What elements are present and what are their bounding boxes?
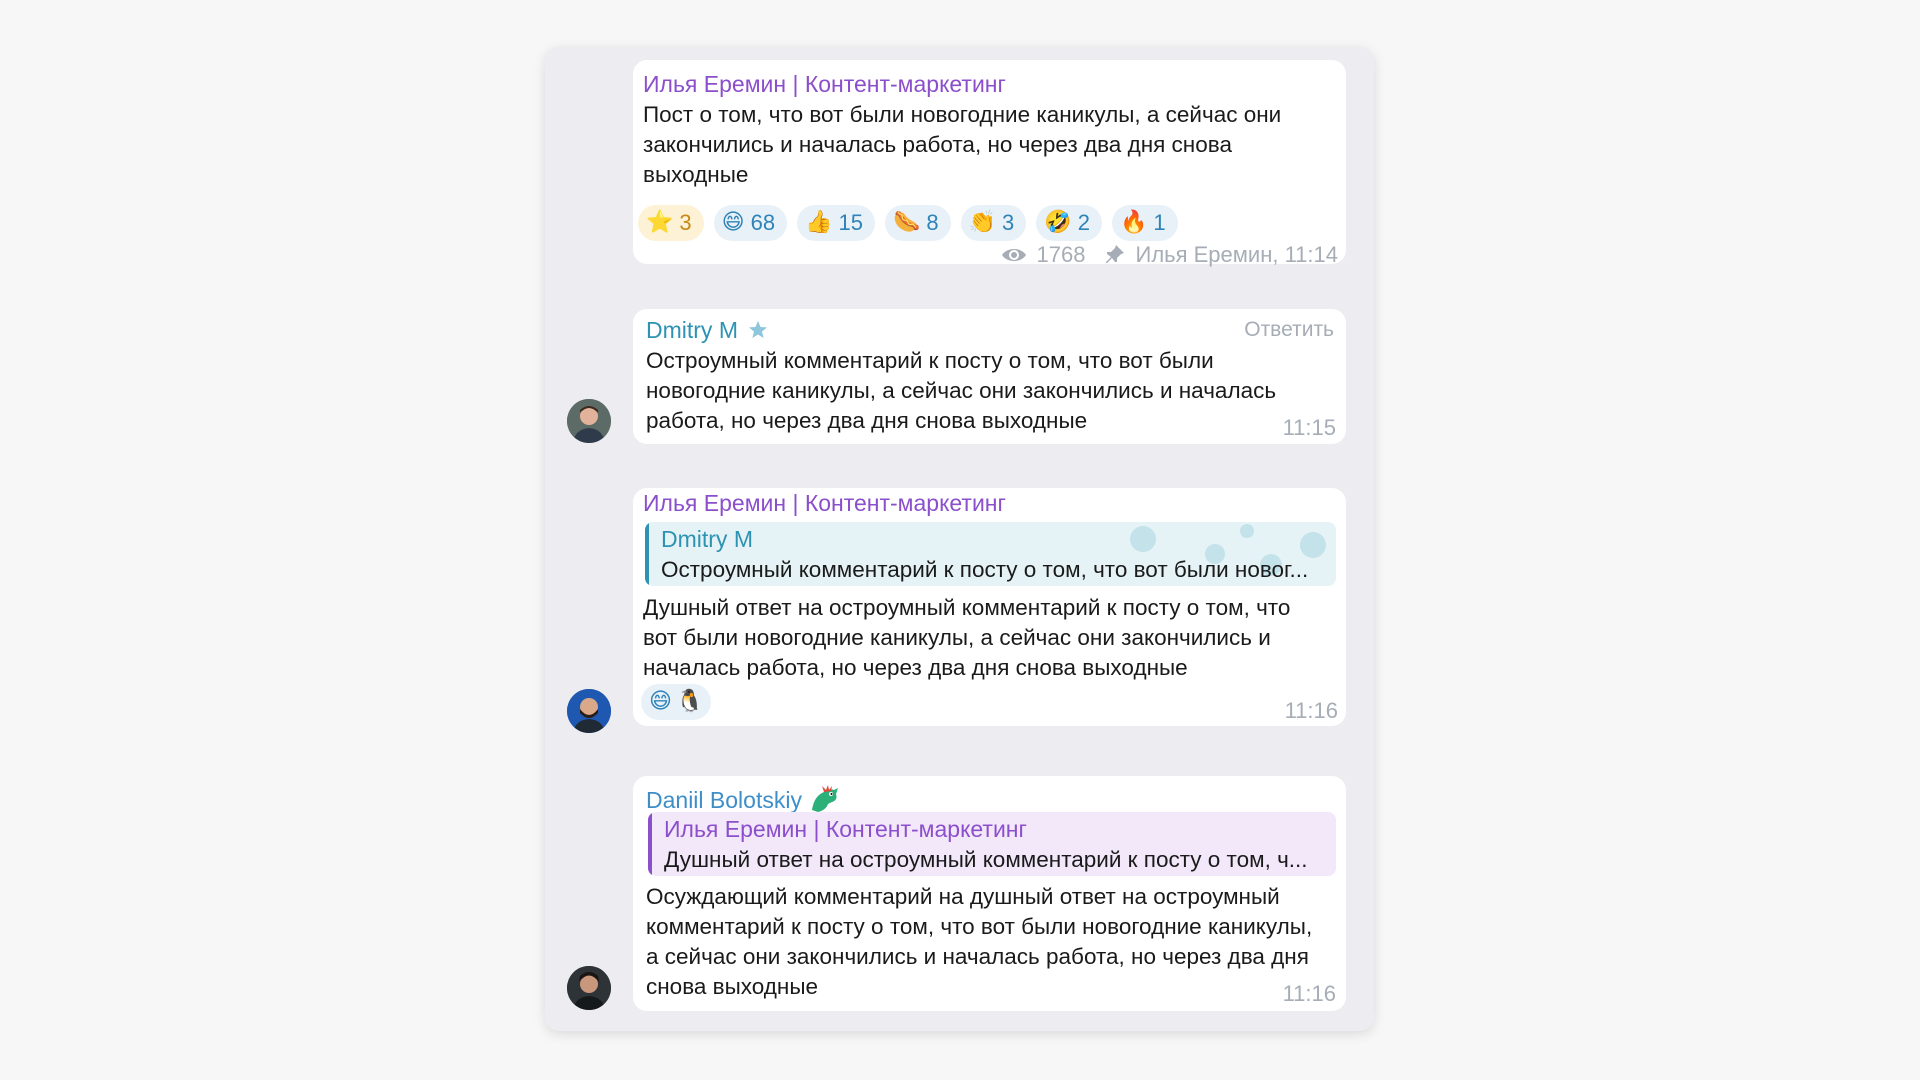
author-name[interactable]: Dmitry M — [646, 317, 738, 343]
pin-icon — [1105, 245, 1124, 263]
channel-post-bubble: Илья Еремин | Контент-маркетинг Пост о т… — [633, 60, 1346, 267]
post-text: Пост о том, что вот были новогодние кани… — [643, 102, 1282, 187]
view-count: 1768 — [1036, 242, 1086, 267]
comment-dmitry-bubble: Dmitry M Ответить Остроумный комментарий… — [633, 309, 1346, 444]
skull-pattern-icon — [1240, 524, 1254, 538]
grin-emoji-icon: 😄 — [721, 210, 745, 235]
thumbs-up-emoji-icon: 👍 — [805, 210, 833, 235]
reaction-count: 15 — [838, 210, 863, 235]
comment-text: Остроумный комментарий к посту о том, чт… — [646, 348, 1277, 433]
reaction-count: 68 — [750, 210, 776, 235]
reaction-clap[interactable]: 👏 3 — [960, 205, 1027, 241]
message-time: 11:16 — [1284, 698, 1338, 723]
skull-pattern-icon — [1300, 532, 1326, 558]
reaction-count: 3 — [1002, 210, 1015, 235]
reaction-rofl[interactable]: 🤣 2 — [1036, 205, 1102, 241]
quoted-message[interactable]: Dmitry M Остроумный комментарий к посту … — [645, 522, 1336, 586]
comment-daniil-bubble: Daniil Bolotskiy Илья Еремин | Контент-м… — [633, 776, 1346, 1011]
quote-text: Душный ответ на остроумный комментарий к… — [664, 847, 1308, 872]
post-author[interactable]: Илья Еремин | Контент-маркетинг — [643, 71, 1006, 98]
eye-icon — [1001, 249, 1026, 261]
avatar-channel[interactable] — [567, 689, 611, 733]
reaction-count: 2 — [1077, 210, 1090, 235]
hotdog-emoji-icon: 🌭 — [892, 210, 921, 235]
person-photo-icon — [567, 689, 611, 733]
message-time: 11:15 — [1282, 415, 1336, 440]
author-name[interactable]: Daniil Bolotskiy — [646, 787, 802, 813]
reaction-fire[interactable]: 🔥 1 — [1111, 205, 1178, 241]
quote-text: Остроумный комментарий к посту о том, чт… — [661, 557, 1309, 582]
reaction-count: 1 — [1153, 210, 1166, 235]
comment-text: Осуждающий комментарий на душный ответ н… — [646, 884, 1313, 999]
message-time: 11:16 — [1282, 981, 1336, 1006]
person-photo-icon — [567, 399, 611, 443]
avatar-daniil[interactable] — [567, 966, 611, 1010]
skull-pattern-icon — [1130, 526, 1156, 552]
star-emoji-icon: ⭐ — [646, 210, 674, 235]
comment-author[interactable]: Daniil Bolotskiy — [646, 782, 840, 814]
star-badge-icon — [749, 321, 768, 338]
reaction-thumbs-up[interactable]: 👍 15 — [797, 205, 875, 241]
dragon-emoji-icon — [812, 785, 839, 812]
reply-author[interactable]: Илья Еремин | Контент-маркетинг — [643, 490, 1006, 517]
quote-author: Dmitry M — [661, 526, 753, 552]
person-photo-icon — [567, 966, 611, 1010]
rofl-emoji-icon: 🤣 — [1044, 210, 1072, 235]
reaction-hotdog[interactable]: 🌭 8 — [884, 205, 951, 241]
reply-button[interactable]: Ответить — [1244, 318, 1334, 342]
post-signature: Илья Еремин, 11:14 — [1135, 242, 1339, 267]
reaction-set[interactable]: 😄 🐧 — [641, 684, 712, 720]
reply-reactions: 😄 🐧 — [641, 684, 712, 720]
quote-author: Илья Еремин | Контент-маркетинг — [664, 816, 1027, 842]
channel-reply-bubble: Илья Еремин | Контент-маркетинг Dmitry M… — [633, 488, 1346, 726]
clap-emoji-icon: 👏 — [968, 210, 997, 235]
post-reactions: ⭐ 3 😄 68 👍 15 🌭 8 👏 3 🤣 2 🔥 1 — [638, 205, 1178, 241]
quote-bar — [648, 812, 652, 876]
comment-author[interactable]: Dmitry M — [646, 317, 768, 344]
penguin-emoji-icon: 🐧 — [675, 689, 704, 714]
reply-text: Душный ответ на остроумный комментарий к… — [643, 595, 1291, 680]
post-meta: 1768 Илья Еремин, 11:14 — [1001, 242, 1338, 268]
reaction-count: 3 — [679, 210, 692, 235]
avatar-dmitry[interactable] — [567, 399, 611, 443]
quoted-message[interactable]: Илья Еремин | Контент-маркетинг Душный о… — [648, 812, 1336, 876]
reaction-grin[interactable]: 😄 68 — [713, 205, 788, 241]
reaction-star[interactable]: ⭐ 3 — [638, 205, 704, 241]
grin-emoji-icon: 😄 — [649, 689, 672, 714]
fire-emoji-icon: 🔥 — [1119, 210, 1148, 235]
chat-panel: Илья Еремин | Контент-маркетинг Пост о т… — [545, 47, 1374, 1031]
reaction-count: 8 — [926, 210, 939, 235]
quote-bar — [645, 522, 649, 586]
